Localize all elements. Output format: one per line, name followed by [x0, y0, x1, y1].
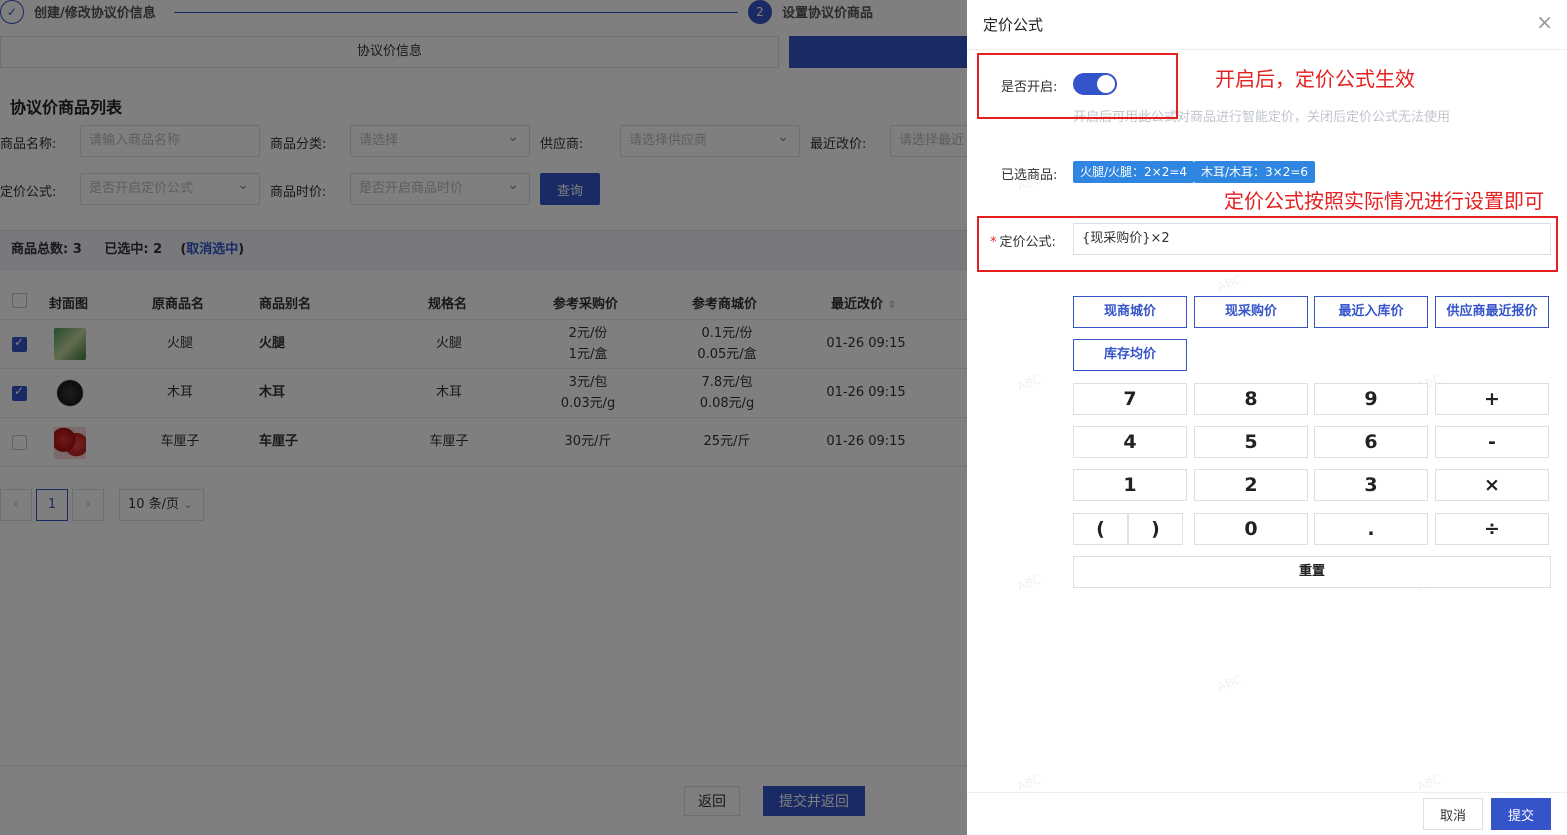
drawer-title: 定价公式: [983, 16, 1044, 34]
key-7[interactable]: 7: [1073, 383, 1187, 415]
key-6[interactable]: 6: [1314, 426, 1428, 458]
key-close-paren[interactable]: ): [1128, 513, 1183, 545]
key-4[interactable]: 4: [1073, 426, 1187, 458]
key-minus[interactable]: -: [1435, 426, 1549, 458]
key-divide[interactable]: ÷: [1435, 513, 1549, 545]
key-3[interactable]: 3: [1314, 469, 1428, 501]
insert-recent-stock-in-price-button[interactable]: 最近入库价: [1314, 296, 1428, 328]
selected-goods-tag: 火腿/火腿：2×2=4: [1073, 161, 1195, 183]
annotation-note-formula: 定价公式按照实际情况进行设置即可: [1224, 189, 1544, 213]
reset-button[interactable]: 重置: [1073, 556, 1551, 588]
cancel-button[interactable]: 取消: [1423, 798, 1483, 830]
insert-current-mall-price-button[interactable]: 现商城价: [1073, 296, 1187, 328]
insert-supplier-recent-quote-button[interactable]: 供应商最近报价: [1435, 296, 1549, 328]
annotation-note-enable: 开启后，定价公式生效: [1215, 67, 1415, 91]
annotation-box-enable: [977, 53, 1178, 119]
drawer-header: 定价公式 ×: [967, 0, 1567, 50]
pricing-formula-drawer: 定价公式 ×: [967, 0, 1567, 835]
close-icon[interactable]: ×: [1536, 10, 1553, 34]
key-9[interactable]: 9: [1314, 383, 1428, 415]
selected-goods-label: 已选商品:: [1001, 168, 1058, 183]
key-5[interactable]: 5: [1194, 426, 1308, 458]
key-multiply[interactable]: ×: [1435, 469, 1549, 501]
key-plus[interactable]: +: [1435, 383, 1549, 415]
insert-current-purchase-price-button[interactable]: 现采购价: [1194, 296, 1308, 328]
key-1[interactable]: 1: [1073, 469, 1187, 501]
key-decimal[interactable]: .: [1314, 513, 1428, 545]
submit-button[interactable]: 提交: [1491, 798, 1551, 830]
key-open-paren[interactable]: (: [1073, 513, 1128, 545]
annotation-box-formula: [977, 216, 1558, 272]
key-2[interactable]: 2: [1194, 469, 1308, 501]
insert-inventory-average-price-button[interactable]: 库存均价: [1073, 339, 1187, 371]
key-8[interactable]: 8: [1194, 383, 1308, 415]
selected-goods-tag: 木耳/木耳：3×2=6: [1194, 161, 1316, 183]
key-0[interactable]: 0: [1194, 513, 1308, 545]
